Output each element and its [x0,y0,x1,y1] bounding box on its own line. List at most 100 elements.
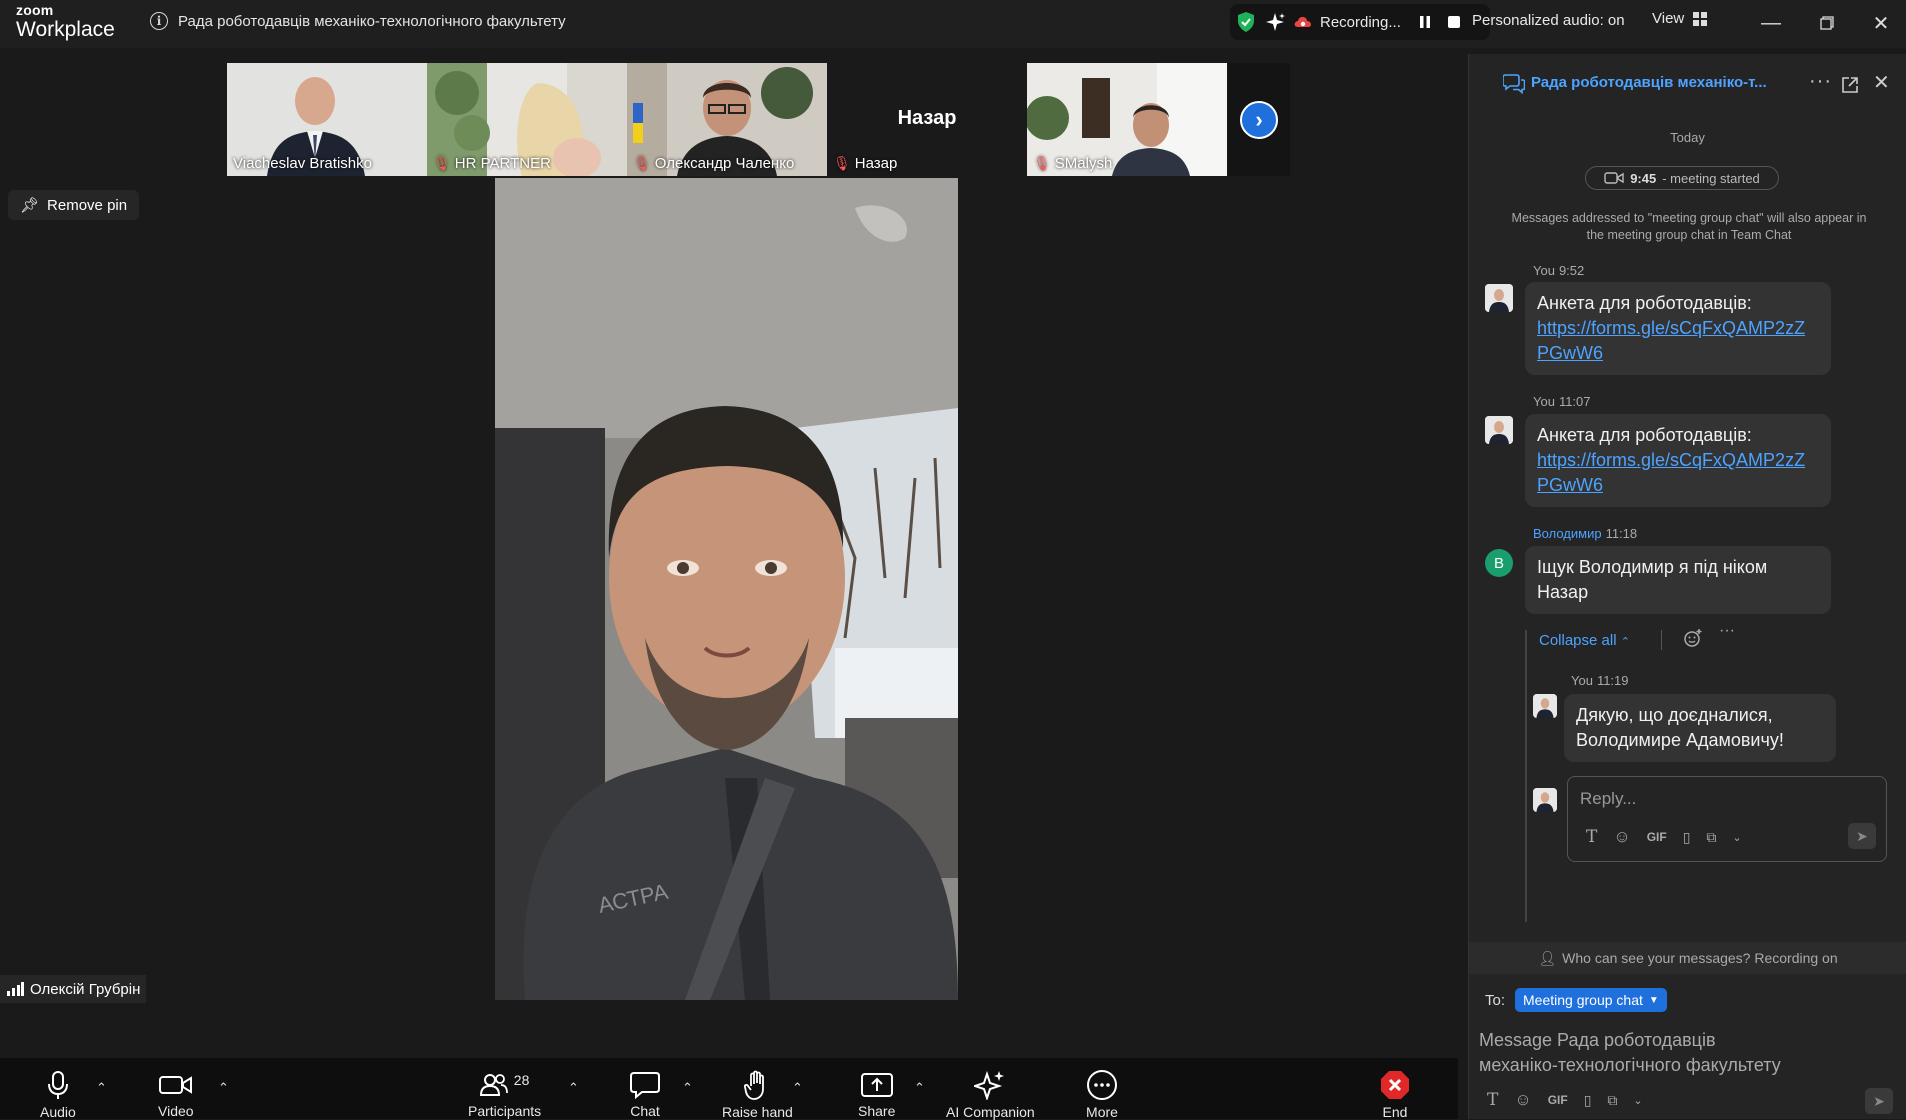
participant-name: 🎙︎ SMalysh [1033,155,1113,172]
avatar[interactable] [1485,416,1513,444]
ai-companion-button[interactable]: AI Companion [946,1058,1035,1120]
collapse-all-button[interactable]: Collapse all ⌃ [1539,632,1630,649]
audio-options-caret-icon[interactable]: ⌃ [96,1080,107,1096]
filmstrip-next-button[interactable]: › [1228,63,1290,176]
close-chat-icon[interactable]: ✕ [1873,70,1890,95]
video-options-caret-icon[interactable]: ⌃ [218,1080,229,1096]
thread-more-icon[interactable]: ··· [1719,622,1735,640]
recipient-dropdown[interactable]: Meeting group chat ▼ [1515,988,1667,1012]
chat-button[interactable]: Chat [630,1058,660,1119]
gif-icon[interactable]: GIF [1548,1093,1568,1107]
raise-hand-button[interactable]: Raise hand [722,1058,793,1120]
chevron-up-icon: ⌃ [1620,636,1630,648]
pinned-video[interactable]: АСТРА [495,178,958,1000]
meeting-started-time: 9:45 [1630,170,1657,186]
more-options-icon[interactable]: ··· [1809,70,1832,93]
remove-pin-button[interactable]: 📌︎ Remove pin [8,190,140,220]
end-button[interactable]: End [1380,1058,1410,1120]
video-button[interactable]: Video [158,1058,194,1119]
participant-tile[interactable]: 🎙︎ Олександр Чаленко [627,63,827,176]
avatar[interactable] [1485,284,1513,312]
message-bubble[interactable]: Анкета для роботодавців: https://forms.g… [1525,282,1831,375]
chat-options-caret-icon[interactable]: ⌃ [682,1080,693,1096]
emoji-icon[interactable]: ☺ [1613,827,1630,847]
thread-line [1525,630,1527,922]
participants-button[interactable]: 28 Participants [468,1058,541,1120]
who-can-see-banner[interactable]: 👤︎ Who can see your messages? Recording … [1469,942,1906,974]
message-text-line: Іщук Володимир я під ніком [1537,557,1768,577]
chat-title[interactable]: Рада роботодавців механіко-т... [1531,74,1767,91]
reply-placeholder: Reply... [1580,789,1637,808]
reply-meta: You 11:19 [1571,673,1629,688]
personalized-audio-status[interactable]: Personalized audio: on [1472,12,1625,29]
participant-tile[interactable]: Назар 🎙︎ Назар [827,63,1027,176]
chevron-down-icon: ▼ [1648,994,1659,1006]
more-button[interactable]: More [1086,1058,1118,1120]
chevron-right-icon: › [1240,100,1278,139]
avatar[interactable]: В [1485,549,1513,577]
file-icon[interactable]: ▯ [1584,1092,1592,1109]
share-button[interactable]: Share [858,1058,895,1119]
text-format-icon[interactable]: T [1487,1090,1498,1110]
add-reaction-icon[interactable] [1683,628,1703,648]
shield-icon[interactable] [1236,11,1256,33]
minimize-icon[interactable]: — [1756,8,1786,38]
ai-sparkle-icon[interactable] [1264,11,1286,33]
gif-icon[interactable]: GIF [1647,830,1667,844]
stop-recording-icon[interactable] [1447,15,1461,29]
chevron-down-icon[interactable]: ⌄ [1732,831,1741,844]
file-icon[interactable]: ▯ [1683,829,1691,846]
active-speaker-name: Олексій Грубрін [30,980,141,998]
participant-tile[interactable]: Viacheslav Bratishko [227,63,427,176]
video-camera-icon [158,1075,192,1094]
status-pill: Recording... [1230,4,1490,40]
reply-input[interactable]: Reply... T ☺ GIF ▯ ⧉ ⌄ ➤ [1567,776,1887,862]
participants-count: 28 [513,1071,530,1088]
more-icon [1087,1070,1117,1100]
screenshot-icon[interactable]: ⧉ [1607,1092,1617,1109]
chat-conversation-icon [1503,74,1525,94]
person-icon: 👤︎ [1538,949,1557,966]
participant-tile[interactable]: 🎙︎ HR PARTNER [427,63,627,176]
mic-muted-icon: 🎙︎ [433,155,451,171]
avatar[interactable] [1533,694,1557,718]
participants-options-caret-icon[interactable]: ⌃ [568,1080,579,1096]
mic-muted-icon: 🎙︎ [633,155,651,171]
meeting-info[interactable]: i Рада роботодавців механіко-технологічн… [150,12,566,30]
compose-placeholder-line: Message Рада роботодавців [1479,1030,1716,1050]
text-format-icon[interactable]: T [1586,827,1597,847]
reply-bubble[interactable]: Дякую, що доєдналися, Володимире Адамови… [1564,694,1836,762]
participant-name: Viacheslav Bratishko [233,155,372,172]
message-bubble[interactable]: Анкета для роботодавців: https://forms.g… [1525,414,1831,507]
view-label: View [1652,10,1685,27]
chevron-down-icon[interactable]: ⌄ [1633,1094,1642,1107]
message-sender[interactable]: Володимир [1533,526,1602,541]
audio-button[interactable]: Audio [40,1058,76,1120]
info-icon[interactable]: i [150,12,168,30]
send-message-icon[interactable]: ➤ [1865,1088,1893,1114]
pause-recording-icon[interactable] [1419,15,1431,29]
message-link[interactable]: https://forms.gle/sCqFxQAMP2zZ PGwW6 [1537,318,1805,363]
message-meta: Володимир 11:18 [1533,526,1637,541]
participant-tile[interactable]: 🎙︎ SMalysh [1027,63,1227,176]
send-reply-icon[interactable]: ➤ [1848,823,1876,849]
close-window-icon[interactable]: ✕ [1866,8,1896,38]
message-compose-input[interactable]: Message Рада роботодавців механіко-техно… [1479,1028,1879,1078]
message-bubble[interactable]: Іщук Володимир я під ніком Назар [1525,546,1831,614]
audio-label: Audio [40,1104,76,1120]
share-options-caret-icon[interactable]: ⌃ [914,1080,925,1096]
message-time: 9:52 [1558,263,1585,278]
signal-strength-icon [7,982,24,996]
screenshot-icon[interactable]: ⧉ [1706,829,1716,846]
participant-name: 🎙︎ HR PARTNER [433,155,551,172]
message-link[interactable]: https://forms.gle/sCqFxQAMP2zZ PGwW6 [1537,450,1805,495]
emoji-icon[interactable]: ☺ [1514,1090,1531,1110]
participant-big-name: Назар [897,107,957,129]
brand-top: zoom [16,2,54,18]
view-button[interactable]: View [1652,10,1708,27]
raise-hand-options-caret-icon[interactable]: ⌃ [792,1080,803,1096]
pop-out-icon[interactable] [1841,76,1859,94]
mic-muted-icon: 🎙︎ [833,155,851,171]
restore-icon[interactable] [1812,8,1842,38]
divider [1661,630,1662,650]
